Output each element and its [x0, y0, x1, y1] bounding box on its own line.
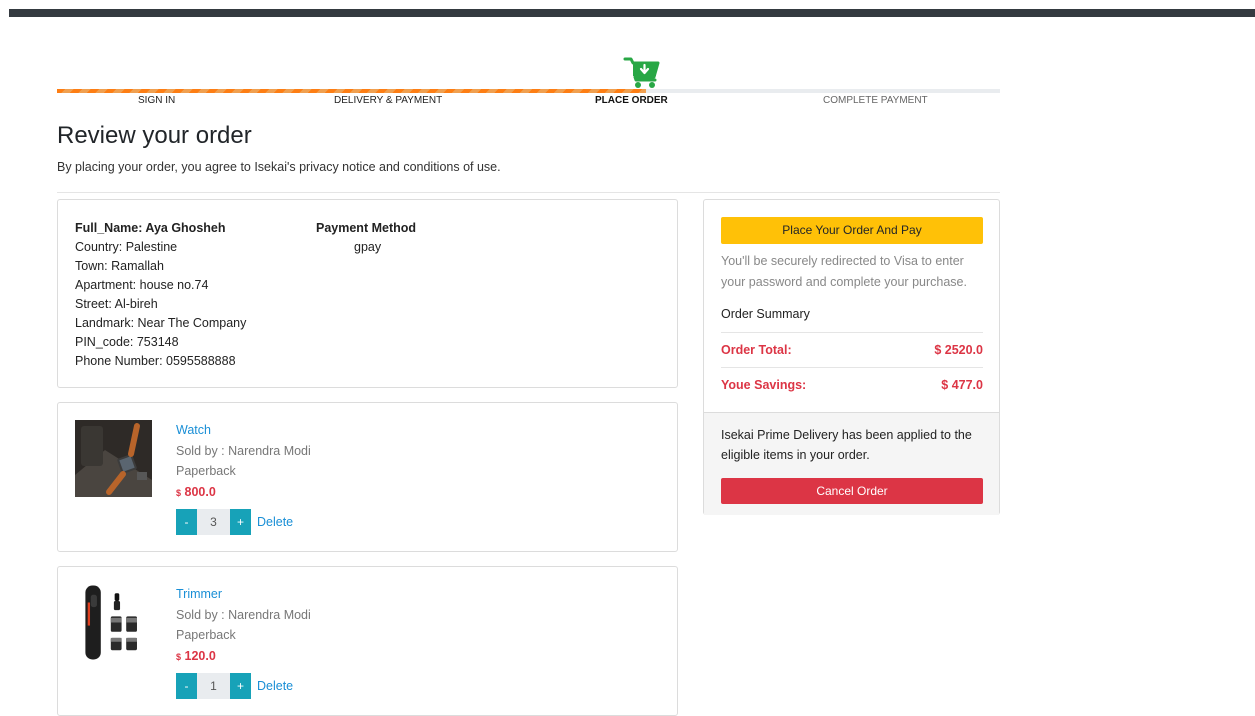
- item-price-value: 800.0: [184, 484, 216, 499]
- item-currency: $: [176, 651, 182, 662]
- address-full-name: Full_Name: Aya Ghosheh: [75, 221, 226, 235]
- payment-method-value: gpay: [354, 240, 382, 254]
- savings-label: Youe Savings:: [721, 378, 807, 392]
- savings-row: Youe Savings: $ 477.0: [721, 378, 983, 392]
- order-total-value: $ 2520.0: [934, 343, 983, 357]
- top-bar: [9, 9, 1255, 17]
- cart-item-trimmer: Trimmer Sold by : Narendra Modi Paperbac…: [57, 566, 678, 716]
- item-format: Paperback: [176, 628, 236, 642]
- qty-increase-button[interactable]: +: [230, 509, 251, 535]
- step-delivery-payment: DELIVERY & PAYMENT: [334, 95, 443, 106]
- shipping-address-card: Full_Name: Aya Ghosheh Country: Palestin…: [57, 199, 678, 388]
- cancel-order-button[interactable]: Cancel Order: [721, 478, 983, 504]
- payment-method-title: Payment Method: [316, 221, 417, 235]
- qty-increase-button[interactable]: +: [230, 673, 251, 699]
- quantity-stepper: - 1 + Delete: [176, 673, 293, 699]
- address-country: Country: Palestine: [75, 240, 178, 254]
- address-landmark: Landmark: Near The Company: [75, 316, 247, 330]
- item-price: $ 120.0: [176, 646, 311, 668]
- page-subtitle: By placing your order, you agree to Isek…: [57, 160, 501, 174]
- item-info: Trimmer Sold by : Narendra Modi Paperbac…: [176, 584, 311, 667]
- step-complete-payment: COMPLETE PAYMENT: [823, 95, 928, 106]
- qty-input[interactable]: 3: [197, 509, 230, 535]
- redirect-note: You'll be securely redirected to Visa to…: [721, 254, 967, 289]
- step-sign-in: SIGN IN: [138, 95, 176, 106]
- prime-delivery-note: Isekai Prime Delivery has been applied t…: [721, 428, 972, 462]
- cart-download-icon: [623, 57, 660, 88]
- item-sold-by: Sold by : Narendra Modi: [176, 443, 311, 458]
- item-name-link[interactable]: Watch: [176, 420, 311, 441]
- item-sold-by: Sold by : Narendra Modi: [176, 607, 311, 622]
- page-title: Review your order: [57, 122, 252, 149]
- qty-input[interactable]: 1: [197, 673, 230, 699]
- quantity-stepper: - 3 + Delete: [176, 509, 293, 535]
- address-town: Town: Ramallah: [75, 259, 164, 273]
- address-pin: PIN_code: 753148: [75, 335, 179, 349]
- step-place-order: PLACE ORDER: [595, 95, 668, 106]
- item-price-value: 120.0: [184, 648, 216, 663]
- item-info: Watch Sold by : Narendra Modi Paperback …: [176, 420, 311, 503]
- item-format: Paperback: [176, 464, 236, 478]
- order-summary-heading: Order Summary: [721, 307, 810, 321]
- cart-item-watch: Watch Sold by : Narendra Modi Paperback …: [57, 402, 678, 552]
- divider: [57, 192, 1000, 193]
- qty-decrease-button[interactable]: -: [176, 673, 197, 699]
- summary-divider: [721, 367, 983, 368]
- checkout-progress-track: [57, 89, 1000, 93]
- order-summary-card: Place Your Order And Pay You'll be secur…: [703, 199, 1000, 515]
- payment-method-block: Payment Method gpay: [316, 219, 416, 257]
- product-image-watch: [75, 420, 152, 497]
- item-currency: $: [176, 487, 182, 498]
- savings-value: $ 477.0: [941, 378, 983, 392]
- place-order-button[interactable]: Place Your Order And Pay: [721, 217, 983, 244]
- product-image-trimmer: [83, 584, 144, 661]
- item-price: $ 800.0: [176, 482, 311, 504]
- delete-item-link[interactable]: Delete: [257, 515, 293, 529]
- delete-item-link[interactable]: Delete: [257, 679, 293, 693]
- address-street: Street: Al-bireh: [75, 297, 158, 311]
- address-apartment: Apartment: house no.74: [75, 278, 209, 292]
- order-total-label: Order Total:: [721, 343, 792, 357]
- order-summary-footer: Isekai Prime Delivery has been applied t…: [704, 412, 999, 515]
- address-block: Full_Name: Aya Ghosheh Country: Palestin…: [75, 219, 246, 371]
- address-phone: Phone Number: 0595588888: [75, 354, 236, 368]
- order-summary-top: Place Your Order And Pay You'll be secur…: [704, 200, 999, 412]
- summary-divider: [721, 332, 983, 333]
- checkout-progress-fill: [57, 89, 647, 93]
- item-name-link[interactable]: Trimmer: [176, 584, 311, 605]
- qty-decrease-button[interactable]: -: [176, 509, 197, 535]
- order-total-row: Order Total: $ 2520.0: [721, 343, 983, 357]
